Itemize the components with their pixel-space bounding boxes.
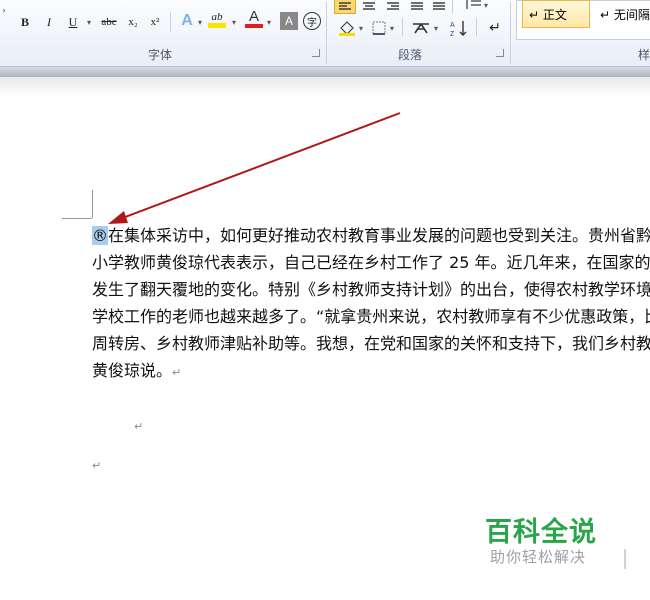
watermark-divider [624, 549, 626, 569]
watermark-subtitle: 助你轻松解决 [490, 548, 587, 566]
watermark-title: 百科全说 [485, 517, 597, 548]
